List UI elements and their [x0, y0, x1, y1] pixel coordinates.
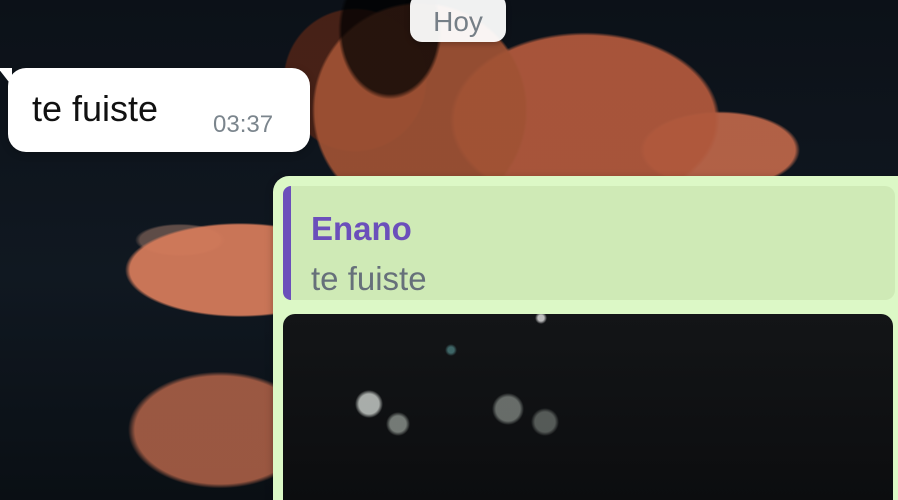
incoming-message-time: 03:37: [213, 111, 274, 138]
media-thumbnail[interactable]: [283, 314, 893, 500]
quoted-sender-name: Enano: [311, 210, 412, 247]
incoming-message-text: te fuiste: [32, 88, 159, 129]
incoming-message-bubble[interactable]: te fuiste 03:37: [0, 68, 310, 152]
chat-screen: Hoy te fuiste 03:37 Enano te fuiste: [0, 0, 898, 500]
outgoing-message-bubble[interactable]: Enano te fuiste: [273, 176, 898, 500]
quoted-message-text: te fuiste: [311, 260, 427, 297]
date-label: Hoy: [433, 6, 483, 37]
date-divider: Hoy: [410, 0, 506, 42]
bubble-tail: [0, 68, 12, 86]
quoted-reply[interactable]: Enano te fuiste: [283, 186, 895, 300]
quote-accent-bar: [283, 186, 291, 300]
